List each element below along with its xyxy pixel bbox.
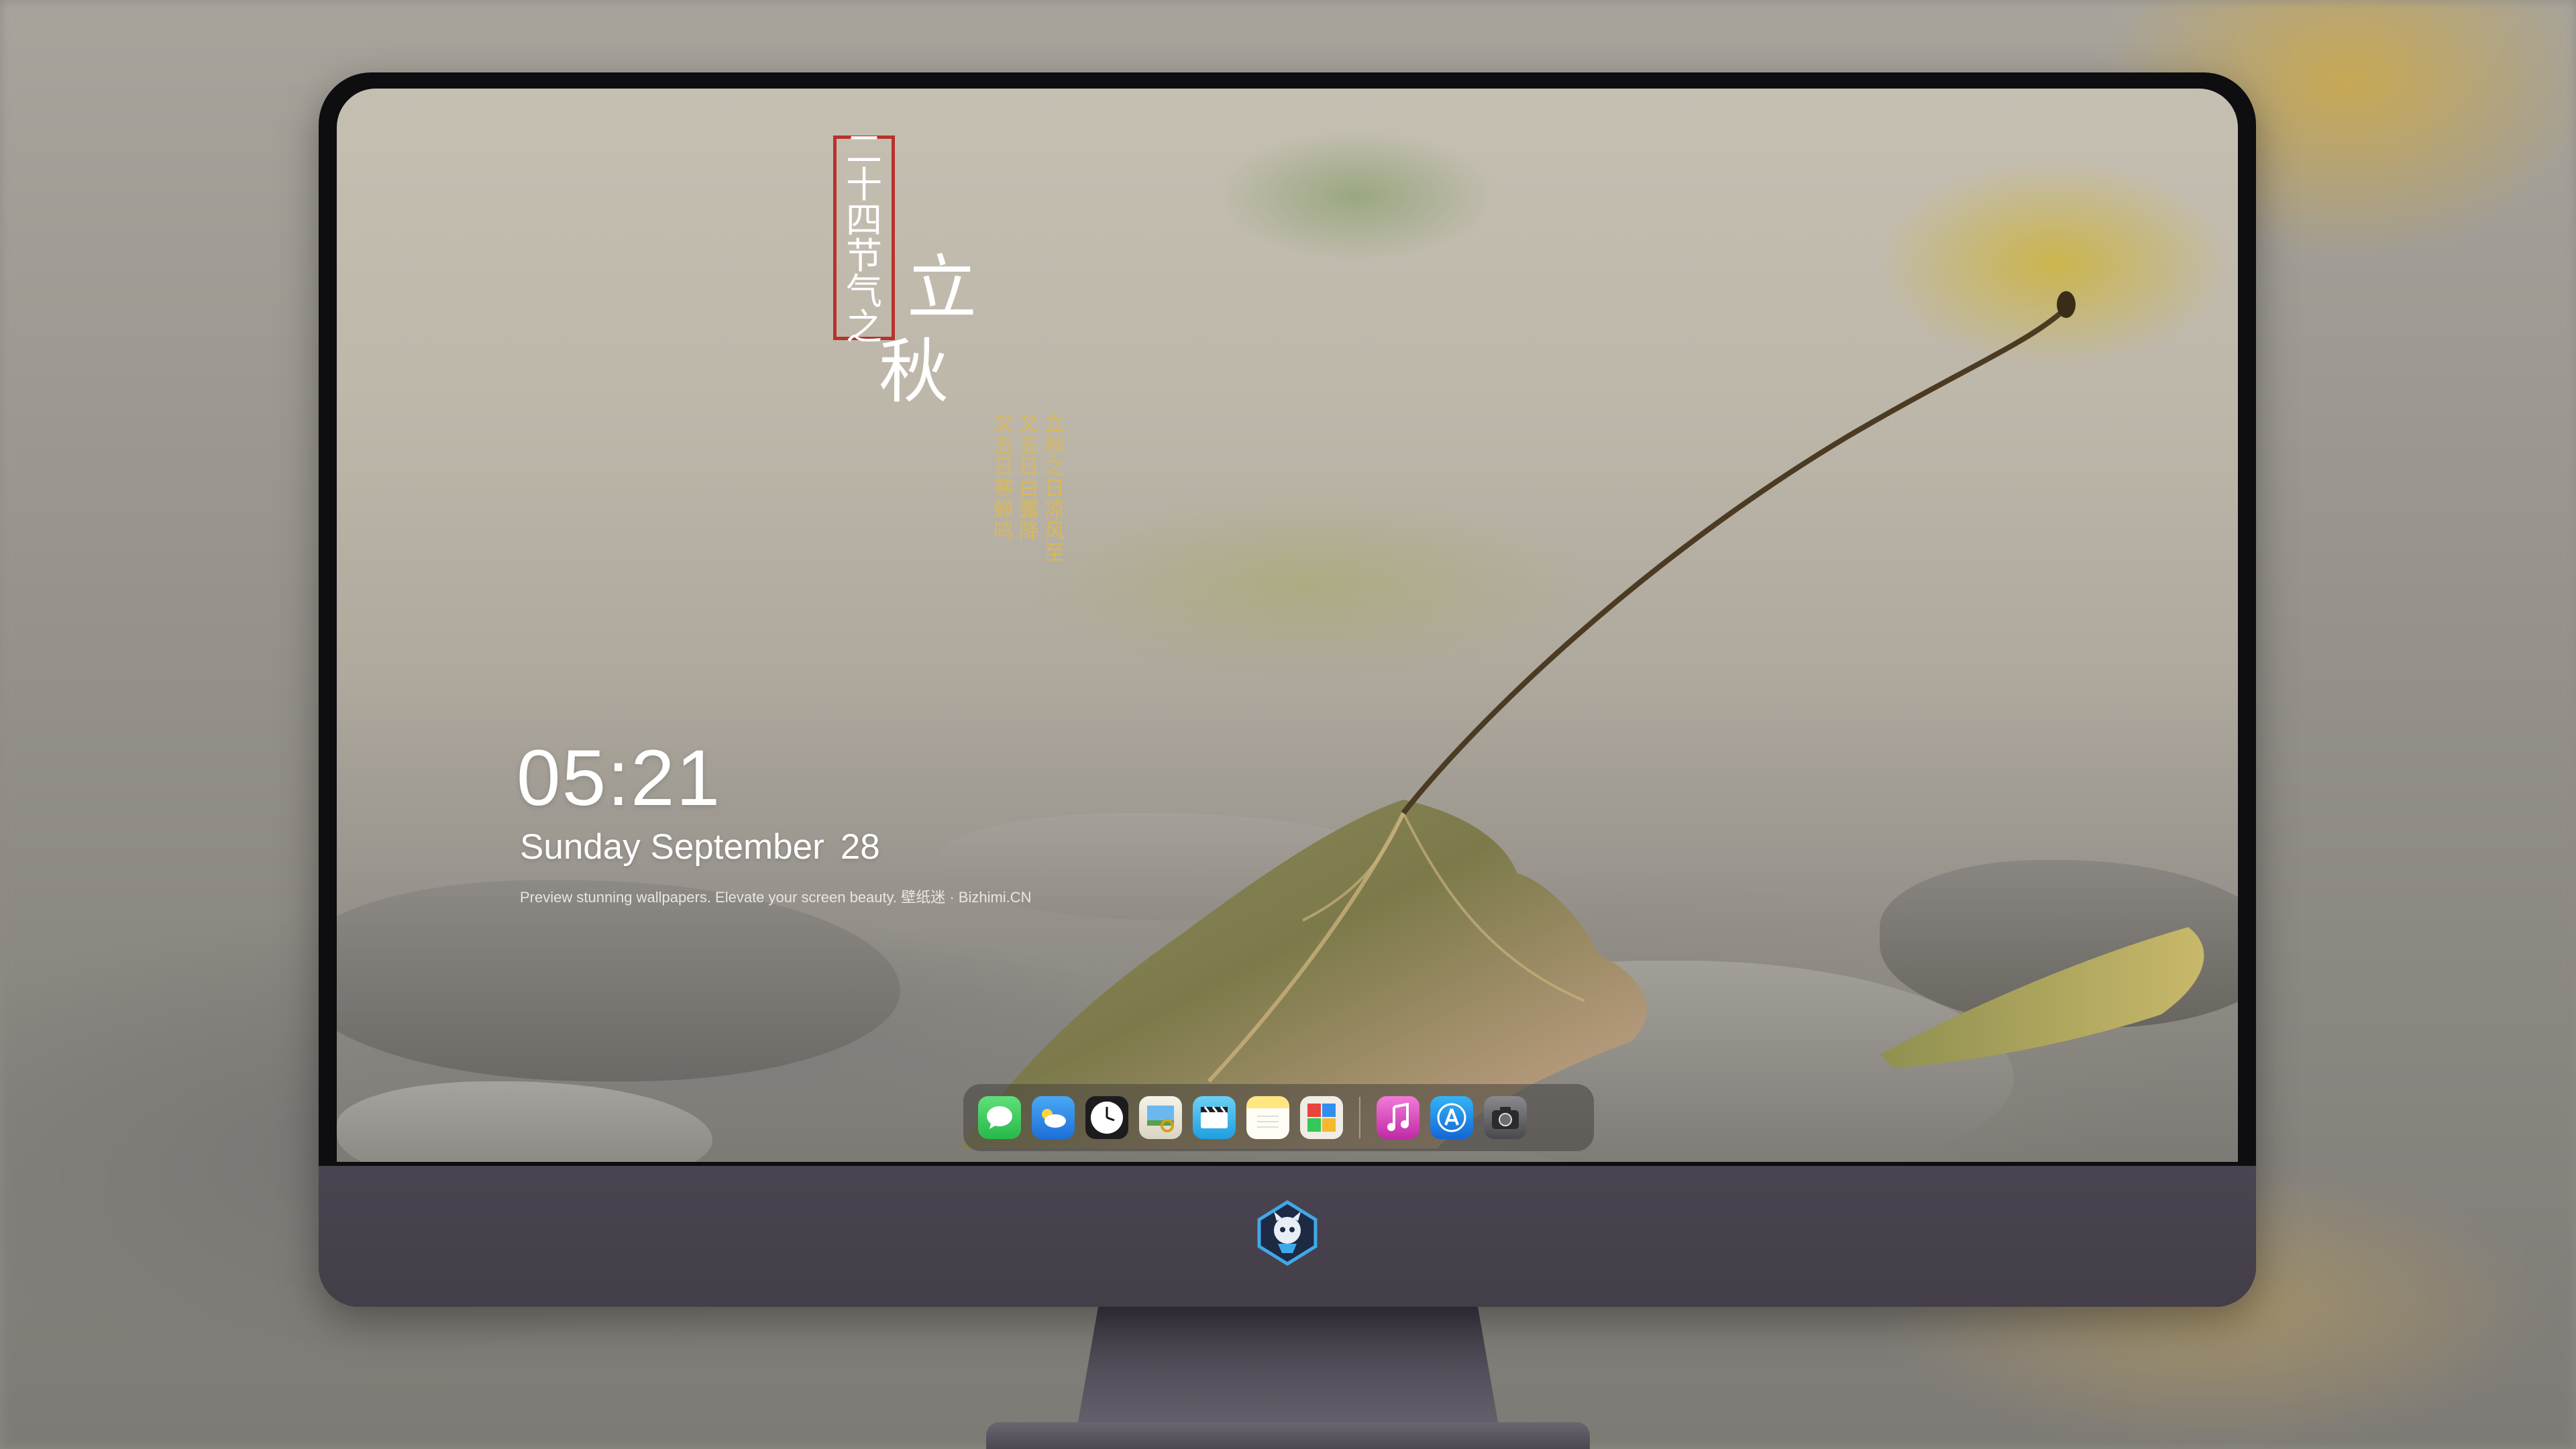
verse-column: 又五日寒蝉鸣 <box>994 413 1014 543</box>
photo-booth-icon[interactable] <box>1300 1096 1343 1139</box>
seal-char: 四 <box>846 199 882 241</box>
seal-char: 二 <box>846 127 882 170</box>
autumn-leaf <box>961 291 2204 1148</box>
messages-icon[interactable] <box>978 1096 1021 1139</box>
dock <box>963 1084 1594 1151</box>
preview-icon[interactable] <box>1139 1096 1182 1139</box>
wallpaper-tagline: Preview stunning wallpapers. Elevate you… <box>520 889 1032 906</box>
app-store-icon[interactable] <box>1430 1096 1473 1139</box>
notes-icon[interactable] <box>1246 1096 1289 1139</box>
date-day: 28 <box>840 827 880 867</box>
camera-icon[interactable] <box>1484 1096 1527 1139</box>
lockscreen-date: Sunday September 28 <box>520 826 880 867</box>
brand-logo-icon <box>1257 1200 1318 1266</box>
verse-column: 又五日白露降 <box>1019 413 1039 543</box>
dock-separator <box>1359 1097 1360 1138</box>
lock-screen: 二 十 四 节 气 之 立 秋 立秋之日凉风至 又五日白露降 又五日寒蝉鸣 05… <box>337 89 2238 1162</box>
weather-icon[interactable] <box>1032 1096 1075 1139</box>
music-icon[interactable] <box>1377 1096 1419 1139</box>
seal-char: 十 <box>846 163 882 206</box>
title-char: 立 <box>907 247 977 329</box>
lockscreen-time: 05:21 <box>517 734 722 822</box>
monitor: 二 十 四 节 气 之 立 秋 立秋之日凉风至 又五日白露降 又五日寒蝉鸣 05… <box>319 72 2256 1307</box>
clock-icon[interactable] <box>1085 1096 1128 1139</box>
verse-column: 立秋之日凉风至 <box>1044 413 1065 565</box>
clips-icon[interactable] <box>1193 1096 1236 1139</box>
seal-char: 气 <box>846 270 882 313</box>
seal-char: 之 <box>846 305 882 348</box>
monitor-stand-base <box>986 1422 1590 1449</box>
monitor-chin <box>319 1166 2256 1307</box>
seal-char: 节 <box>846 234 882 277</box>
solar-term-seal: 二 十 四 节 气 之 <box>833 131 895 345</box>
title-char: 秋 <box>879 331 949 413</box>
date-weekday-month: Sunday September <box>520 827 824 867</box>
